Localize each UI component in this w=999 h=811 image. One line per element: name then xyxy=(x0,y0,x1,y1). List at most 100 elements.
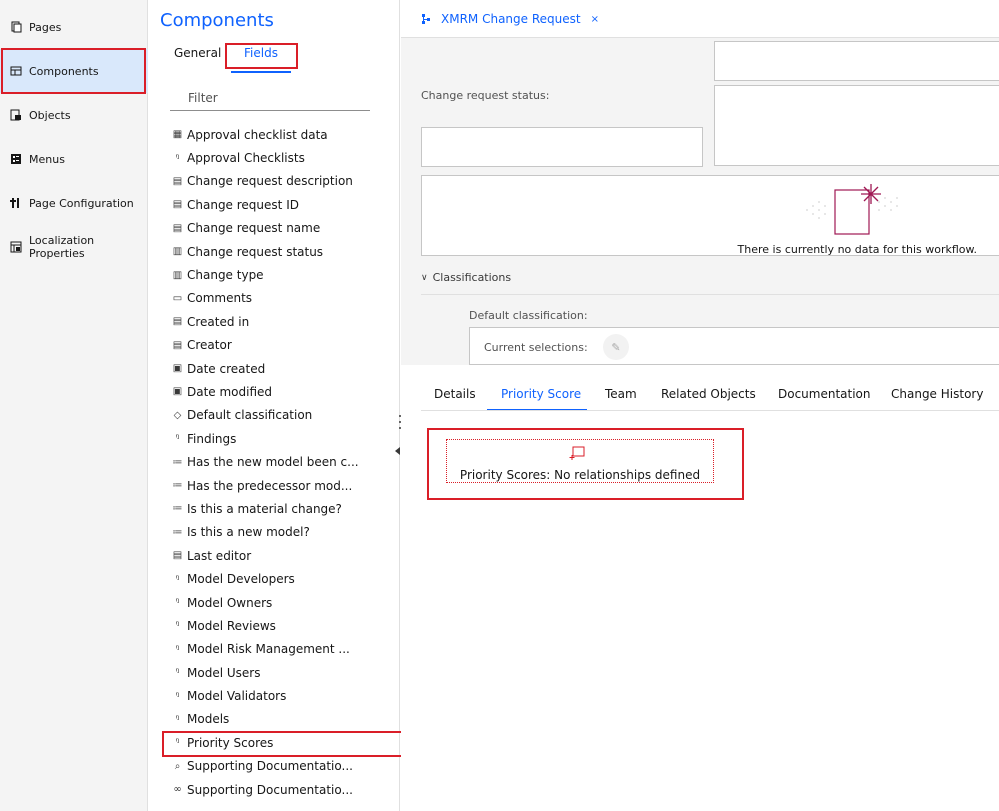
field-item-label: Change request name xyxy=(187,221,321,236)
nav-item-page-configuration[interactable]: Page Configuration xyxy=(0,181,148,225)
add-relationship-icon xyxy=(567,445,587,461)
field-item[interactable]: ᵑ Findings xyxy=(172,427,392,450)
relationship-icon: ᵑ xyxy=(175,573,180,585)
field-item[interactable]: ▦ Approval checklist data xyxy=(172,123,392,146)
relationship-icon: ᵑ xyxy=(175,690,180,702)
field-item-label: Approval checklist data xyxy=(187,127,328,142)
field-item[interactable]: ◇ Default classification xyxy=(172,404,392,427)
document-tab[interactable]: XMRM Change Request × xyxy=(421,12,599,26)
detail-tabs-divider xyxy=(421,410,999,411)
text-field-icon: ▤ xyxy=(172,175,183,187)
field-item[interactable]: ≔ Has the new model been c... xyxy=(172,450,392,473)
comments-icon: ▭ xyxy=(172,292,183,304)
nav-item-label: Menus xyxy=(29,152,65,166)
field-item[interactable]: ▣ Date created xyxy=(172,357,392,380)
form-field-box-right[interactable] xyxy=(714,85,999,166)
text-field-icon: ▤ xyxy=(172,550,183,562)
editor-area: XMRM Change Request × Change request sta… xyxy=(401,0,999,811)
field-item[interactable]: ▤ Change request ID xyxy=(172,193,392,216)
field-item-label: Model Developers xyxy=(187,572,295,587)
field-item[interactable]: ∞ Supporting Documentatio... xyxy=(172,778,392,801)
field-item[interactable]: ᵑ Model Owners xyxy=(172,591,392,614)
collapse-panel-icon[interactable] xyxy=(395,447,400,455)
tab-team[interactable]: Team xyxy=(605,387,637,401)
field-item[interactable]: ≔ Is this a material change? xyxy=(172,497,392,520)
tab-documentation[interactable]: Documentation xyxy=(778,387,871,401)
priority-scores-empty-message: Priority Scores: No relationships define… xyxy=(459,468,701,482)
edit-pencil-icon[interactable]: ✎ xyxy=(603,334,629,360)
field-item-label: Model Validators xyxy=(187,689,287,704)
close-icon[interactable]: × xyxy=(591,14,599,25)
nav-item-label: Page Configuration xyxy=(29,196,134,210)
text-field-icon: ▤ xyxy=(172,222,183,234)
tab-details[interactable]: Details xyxy=(434,387,476,401)
nav-item-label: Pages xyxy=(29,20,62,34)
current-selections-label: Current selections: xyxy=(484,341,588,354)
nav-item-pages[interactable]: Pages xyxy=(0,5,148,49)
field-item[interactable]: ≔ Is this a new model? xyxy=(172,521,392,544)
filter-input[interactable] xyxy=(170,85,370,111)
components-icon xyxy=(10,65,22,77)
link-icon: ∞ xyxy=(173,784,182,796)
chevron-down-icon: ∨ xyxy=(421,272,428,283)
field-item[interactable]: ᵑ Model Developers xyxy=(172,567,392,590)
field-item[interactable]: ▤ Created in xyxy=(172,310,392,333)
field-item[interactable]: ᵑ Model Risk Management ... xyxy=(172,638,392,661)
localization-icon xyxy=(10,241,22,253)
field-item[interactable]: ▤ Change request name xyxy=(172,217,392,240)
nav-item-label: Components xyxy=(29,64,99,78)
change-request-status-field[interactable] xyxy=(421,127,703,167)
current-selections-box: Current selections: ✎ xyxy=(469,327,999,365)
field-item[interactable]: ᵑ Model Users xyxy=(172,661,392,684)
tab-fields[interactable]: Fields xyxy=(244,46,278,60)
objects-icon xyxy=(10,109,22,121)
field-item-label: Supporting Documentatio... xyxy=(187,759,353,774)
nav-item-label: Objects xyxy=(29,108,71,122)
field-item[interactable]: ▥ Change request status xyxy=(172,240,392,263)
form-field-box-top-right[interactable] xyxy=(714,41,999,81)
field-item-label: Has the predecessor mod... xyxy=(187,478,353,493)
field-item-label: Supporting Documentatio... xyxy=(187,782,353,797)
text-field-icon: ▤ xyxy=(172,316,183,328)
tab-priority-score[interactable]: Priority Score xyxy=(501,387,581,401)
classifications-divider xyxy=(421,294,999,295)
field-item[interactable]: ᵑ Model Validators xyxy=(172,684,392,707)
field-item[interactable]: ᵑ Models xyxy=(172,708,392,731)
field-item[interactable]: ▣ Date modified xyxy=(172,380,392,403)
calendar-icon: ▣ xyxy=(172,386,183,398)
field-item-label: Model Risk Management ... xyxy=(187,642,350,657)
field-item[interactable]: ⌕ Supporting Documentatio... xyxy=(172,755,392,778)
table-icon: ▦ xyxy=(172,129,183,141)
field-item[interactable]: ▤ Last editor xyxy=(172,544,392,567)
nav-item-components[interactable]: Components xyxy=(0,49,148,93)
field-item[interactable]: ▥ Change type xyxy=(172,263,392,286)
field-list: ▦ Approval checklist data ᵑ Approval Checkl… xyxy=(172,123,392,801)
nav-item-objects[interactable]: Objects xyxy=(0,93,148,137)
relationship-icon: ᵑ xyxy=(175,152,180,164)
field-item[interactable]: ▭ Comments xyxy=(172,287,392,310)
field-item[interactable]: ≔ Has the predecessor mod... xyxy=(172,474,392,497)
nav-item-menus[interactable]: Menus xyxy=(0,137,148,181)
tab-related-objects[interactable]: Related Objects xyxy=(661,387,756,401)
menus-icon xyxy=(10,153,22,165)
options-icon: ≔ xyxy=(172,480,183,492)
field-item[interactable]: ᵑ Model Reviews xyxy=(172,614,392,637)
field-item[interactable]: ᵑ Priority Scores xyxy=(172,731,392,754)
field-item-label: Comments xyxy=(187,291,253,306)
page-icon xyxy=(10,21,22,33)
tab-general[interactable]: General xyxy=(174,46,221,60)
field-item-label: Creator xyxy=(187,338,232,353)
field-item-label: Change type xyxy=(187,268,264,283)
classifications-header[interactable]: ∨ Classifications xyxy=(421,271,511,284)
field-item[interactable]: ᵑ Approval Checklists xyxy=(172,146,392,169)
text-field-icon: ▤ xyxy=(172,339,183,351)
tab-change-history[interactable]: Change History xyxy=(891,387,983,401)
components-panel: Components General Fields ▦ Approval chec… xyxy=(148,0,400,811)
relationship-icon: ᵑ xyxy=(175,620,180,632)
default-classification-label: Default classification: xyxy=(469,309,588,322)
field-item[interactable]: ▤ Creator xyxy=(172,334,392,357)
nav-item-localization-properties[interactable]: Localization Properties xyxy=(0,225,148,269)
field-item-label: Priority Scores xyxy=(187,735,274,750)
field-item[interactable]: ▤ Change request description xyxy=(172,170,392,193)
field-item-label: Has the new model been c... xyxy=(187,455,359,470)
